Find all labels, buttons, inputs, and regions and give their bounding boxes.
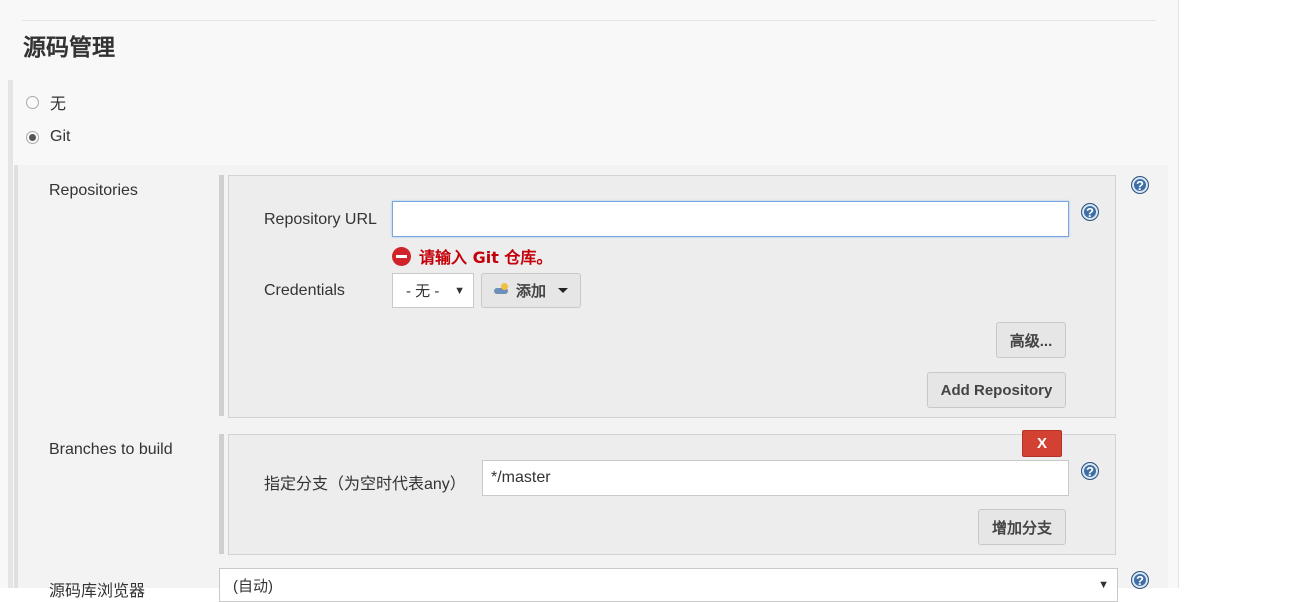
caret-down-icon (558, 288, 568, 293)
credentials-select[interactable]: - 无 - ▼ (392, 273, 474, 308)
caret-down-icon: ▼ (454, 284, 465, 297)
branches-label: Branches to build (49, 441, 173, 458)
help-icon[interactable]: ? (1081, 462, 1099, 480)
error-icon (392, 246, 411, 266)
radio-label-git: Git (50, 128, 71, 145)
help-icon[interactable]: ? (1131, 571, 1149, 589)
radio-none[interactable] (26, 95, 39, 109)
repo-browser-select[interactable]: (自动) ▼ (219, 568, 1118, 602)
scm-option-git[interactable]: Git (26, 128, 70, 146)
repo-browser-selected-value: (自动) (233, 577, 273, 595)
add-branch-button[interactable]: 增加分支 (978, 509, 1066, 545)
branch-specifier-label: 指定分支（为空时代表any） (264, 476, 466, 493)
error-text: 请输入 Git 仓库。 (419, 248, 553, 267)
section-title: 源码管理 (23, 35, 115, 61)
help-icon[interactable]: ? (1131, 176, 1149, 194)
add-credentials-button[interactable]: 添加 (481, 273, 581, 308)
caret-down-icon: ▼ (1098, 579, 1109, 591)
credentials-selected-value: - 无 - (406, 283, 440, 300)
add-credentials-label: 添加 (515, 283, 546, 300)
advanced-button[interactable]: 高级... (996, 322, 1066, 358)
page-container: 源码管理 无 Git Repositories ? Repository URL… (0, 0, 1179, 602)
scm-option-none[interactable]: 无 (26, 90, 66, 114)
help-icon[interactable]: ? (1081, 203, 1099, 221)
radio-git[interactable] (26, 130, 39, 144)
add-repository-button[interactable]: Add Repository (927, 372, 1066, 408)
url-error-message: 请输入 Git 仓库。 (392, 244, 552, 268)
divider (22, 20, 1156, 21)
repo-browser-label: 源码库浏览器 (49, 583, 146, 600)
repositories-indent-bar (219, 175, 224, 416)
radio-label-none: 无 (50, 96, 67, 113)
branches-indent-bar (219, 434, 224, 554)
key-icon (493, 282, 510, 297)
credentials-label: Credentials (264, 282, 345, 299)
repository-url-input[interactable] (392, 201, 1069, 237)
section-indent-bar (8, 80, 13, 588)
repository-url-label: Repository URL (264, 211, 377, 228)
branch-specifier-input[interactable] (482, 460, 1069, 496)
delete-branch-button[interactable]: X (1022, 430, 1062, 457)
repositories-label: Repositories (49, 182, 138, 199)
